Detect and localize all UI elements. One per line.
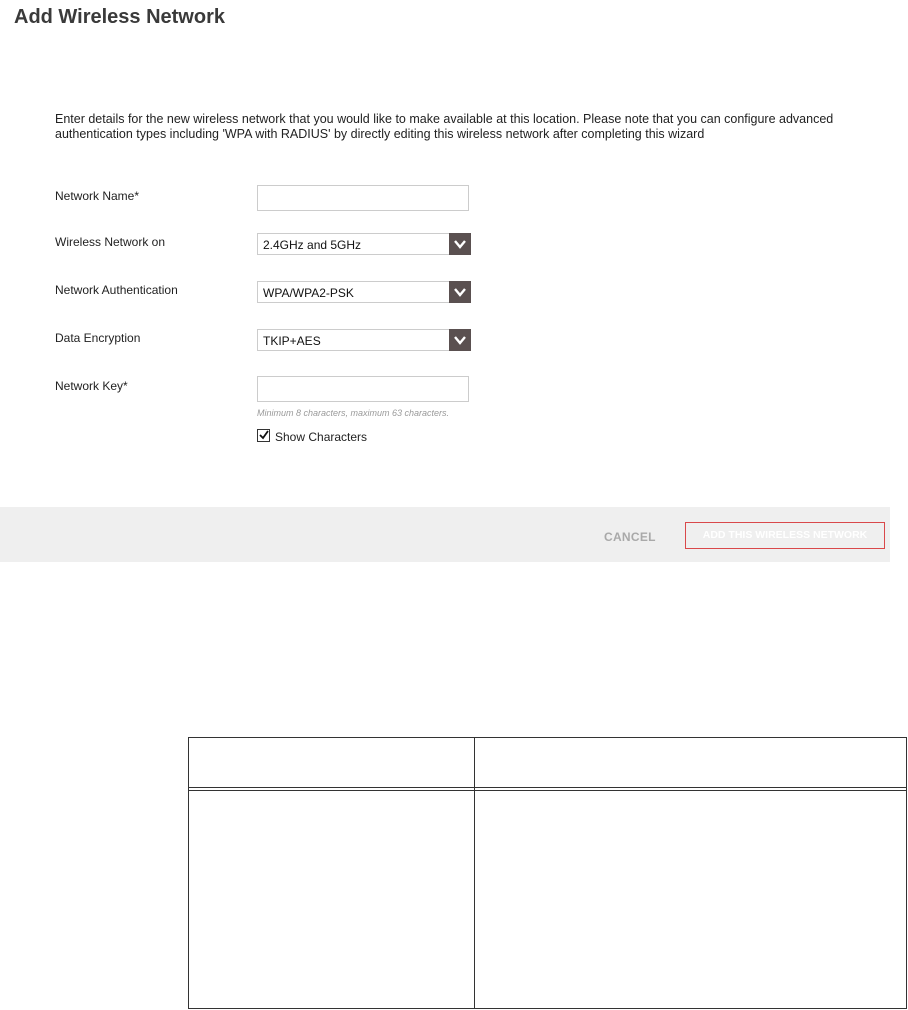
page-title: Add Wireless Network bbox=[14, 6, 225, 28]
wireless-network-on-select[interactable]: 2.4GHz and 5GHz bbox=[257, 233, 471, 255]
network-authentication-label: Network Authentication bbox=[55, 283, 178, 297]
network-authentication-value: WPA/WPA2-PSK bbox=[263, 286, 354, 300]
cancel-button[interactable]: CANCEL bbox=[604, 530, 656, 544]
chevron-down-icon[interactable] bbox=[449, 329, 471, 351]
empty-table bbox=[188, 737, 907, 1009]
network-authentication-select[interactable]: WPA/WPA2-PSK bbox=[257, 281, 471, 303]
show-characters-label: Show Characters bbox=[275, 430, 368, 444]
table-column-divider bbox=[474, 738, 475, 1008]
show-characters-checkbox[interactable] bbox=[257, 429, 270, 442]
footer-bar: CANCEL ADD THIS WIRELESS NETWORK bbox=[0, 507, 890, 562]
chevron-down-icon[interactable] bbox=[449, 281, 471, 303]
network-key-hint: Minimum 8 characters, maximum 63 charact… bbox=[257, 408, 450, 418]
table-row-divider bbox=[189, 787, 906, 788]
checkmark-icon bbox=[259, 430, 269, 440]
intro-text: Enter details for the new wireless netwo… bbox=[55, 112, 834, 141]
network-name-input[interactable] bbox=[257, 185, 469, 211]
network-key-input[interactable] bbox=[257, 376, 469, 402]
add-wireless-network-button[interactable]: ADD THIS WIRELESS NETWORK bbox=[685, 522, 885, 549]
data-encryption-select[interactable]: TKIP+AES bbox=[257, 329, 471, 351]
chevron-down-icon[interactable] bbox=[449, 233, 471, 255]
network-key-label: Network Key* bbox=[55, 379, 128, 393]
data-encryption-value: TKIP+AES bbox=[263, 334, 321, 348]
table-row-divider bbox=[189, 790, 906, 791]
wireless-network-on-label: Wireless Network on bbox=[55, 235, 166, 249]
wireless-network-on-value: 2.4GHz and 5GHz bbox=[263, 238, 362, 252]
data-encryption-label: Data Encryption bbox=[55, 331, 141, 345]
network-name-label: Network Name* bbox=[55, 189, 140, 203]
